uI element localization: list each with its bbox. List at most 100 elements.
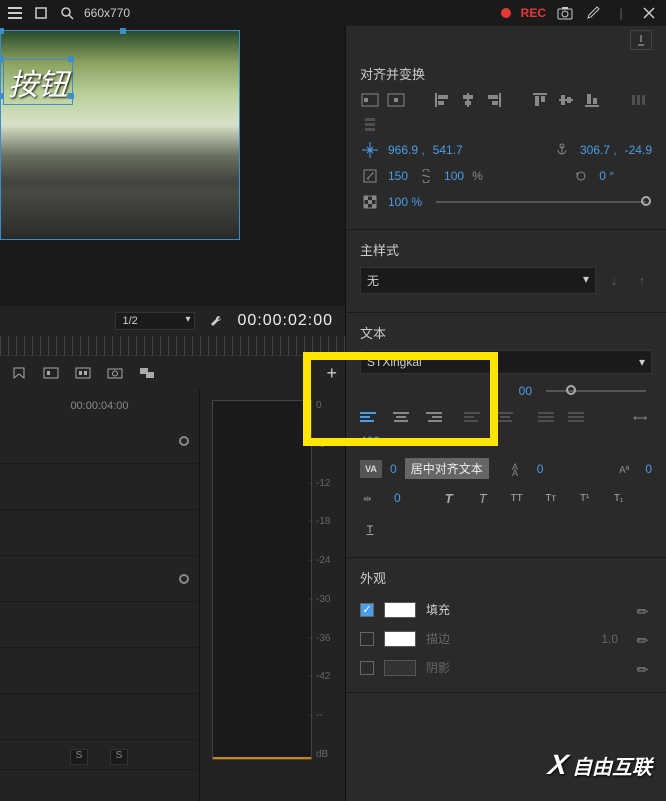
stroke-width[interactable]: 1.0 <box>601 632 618 646</box>
opacity-value[interactable]: 100 % <box>388 195 422 209</box>
track-row[interactable] <box>0 556 199 602</box>
resize-handle[interactable] <box>0 93 4 99</box>
stroke-swatch[interactable] <box>384 631 416 647</box>
align-box-center-icon[interactable] <box>386 91 406 109</box>
font-select[interactable]: STXingkai <box>360 350 652 374</box>
solo-button[interactable]: S <box>70 749 88 765</box>
rotation-value[interactable]: 0 ° <box>599 169 614 183</box>
resize-handle[interactable] <box>0 56 4 62</box>
track-row[interactable] <box>0 464 199 510</box>
scale-w[interactable]: 150 <box>388 169 408 183</box>
position-x[interactable]: 966.9 , <box>388 143 425 157</box>
underline-icon[interactable]: T <box>360 521 380 539</box>
keyframe-icon[interactable] <box>179 436 189 446</box>
svg-text:⟷: ⟷ <box>633 413 647 423</box>
align-box-left-icon[interactable] <box>360 91 380 109</box>
distribute-v-icon[interactable] <box>360 115 380 133</box>
opacity-slider[interactable] <box>436 201 646 203</box>
export-frame-icon[interactable] <box>138 364 156 382</box>
title-text-box[interactable]: 按钮 <box>3 59 73 105</box>
smallcaps-icon[interactable]: Tᴛ <box>541 489 561 507</box>
menu-icon[interactable] <box>6 4 24 22</box>
bold-icon[interactable]: T <box>439 489 459 507</box>
scale-h[interactable]: 100 <box>444 169 464 183</box>
resize-handle[interactable] <box>68 56 74 62</box>
font-size-partial[interactable]: 00 <box>519 384 532 398</box>
rec-label[interactable]: REC <box>521 6 546 20</box>
align-hcenter-icon[interactable] <box>458 91 478 109</box>
solo-button[interactable]: S <box>110 749 128 765</box>
audio-meter[interactable] <box>212 400 312 760</box>
position-y[interactable]: 541.7 <box>433 143 463 157</box>
italic-icon[interactable]: T <box>473 489 493 507</box>
fill-swatch[interactable] <box>384 602 416 618</box>
slider-thumb[interactable] <box>641 196 651 206</box>
tsume-value[interactable]: 0 <box>394 491 401 505</box>
superscript-icon[interactable]: T¹ <box>575 489 595 507</box>
align-bottom-icon[interactable] <box>582 91 602 109</box>
preview-image[interactable]: 按钮 <box>0 30 240 240</box>
align-right-icon[interactable] <box>484 91 504 109</box>
allcaps-icon[interactable]: TT <box>507 489 527 507</box>
resize-handle[interactable] <box>0 28 4 34</box>
track-row[interactable] <box>0 602 199 648</box>
subscript-icon[interactable]: T₁ <box>609 489 629 507</box>
align-vcenter-icon[interactable] <box>556 91 576 109</box>
kerning-value[interactable]: 0 <box>390 462 397 476</box>
playhead-time[interactable]: 00:00:04:00 <box>0 400 199 412</box>
text-align-center-button[interactable] <box>390 408 412 426</box>
close-icon[interactable] <box>640 4 658 22</box>
text-align-justify-center-button[interactable] <box>494 408 516 426</box>
window-icon[interactable] <box>32 4 50 22</box>
track-row[interactable] <box>0 694 199 740</box>
pencil-icon[interactable] <box>584 4 602 22</box>
tracking-value[interactable]: 400 <box>360 434 380 448</box>
marker-1-icon[interactable] <box>42 364 60 382</box>
db-mark: -42 <box>316 671 330 682</box>
eyedropper-icon[interactable]: ✎ <box>633 656 656 679</box>
add-track-icon[interactable]: + <box>326 363 337 384</box>
wrench-icon[interactable] <box>207 312 225 330</box>
shadow-checkbox[interactable] <box>360 661 374 675</box>
resize-handle[interactable] <box>120 28 126 34</box>
align-left-icon[interactable] <box>432 91 452 109</box>
fill-checkbox[interactable]: ✓ <box>360 603 374 617</box>
zoom-dropdown[interactable]: 1/2 <box>115 312 195 330</box>
timeline-ruler[interactable] <box>0 336 345 356</box>
track-row[interactable] <box>0 510 199 556</box>
text-align-justify-left-button[interactable] <box>464 408 486 426</box>
track-row[interactable] <box>0 418 199 464</box>
marker-add-icon[interactable] <box>10 364 28 382</box>
track-row[interactable]: S S <box>0 740 199 770</box>
eyedropper-icon[interactable]: ✎ <box>633 627 656 650</box>
slider-thumb[interactable] <box>566 385 576 395</box>
shadow-swatch[interactable] <box>384 660 416 676</box>
text-align-justify-all-button[interactable] <box>538 408 560 426</box>
marker-2-icon[interactable] <box>74 364 92 382</box>
keyframe-icon[interactable] <box>179 574 189 584</box>
anchor-y[interactable]: -24.9 <box>625 143 652 157</box>
distribute-h-icon[interactable] <box>628 91 648 109</box>
unlink-icon[interactable] <box>416 167 436 185</box>
align-top-icon[interactable] <box>530 91 550 109</box>
text-align-left-button[interactable] <box>360 408 382 426</box>
timecode-display[interactable]: 00:00:02:00 <box>237 312 333 330</box>
anchor-x[interactable]: 306.7 , <box>580 143 617 157</box>
track-row[interactable] <box>0 648 199 694</box>
section-title: 对齐并变换 <box>360 64 652 83</box>
stroke-checkbox[interactable] <box>360 632 374 646</box>
camera-icon[interactable] <box>106 364 124 382</box>
eyedropper-icon[interactable]: ✎ <box>633 598 656 621</box>
pin-icon[interactable] <box>630 30 652 50</box>
leading-value[interactable]: 0 <box>537 462 544 476</box>
size-slider[interactable] <box>546 390 646 392</box>
push-down-icon[interactable]: ↓ <box>604 272 624 290</box>
text-align-top-button[interactable] <box>568 408 590 426</box>
resize-handle[interactable] <box>68 93 74 99</box>
search-icon[interactable] <box>58 4 76 22</box>
push-up-icon[interactable]: ↑ <box>632 272 652 290</box>
text-align-right-button[interactable] <box>420 408 442 426</box>
master-style-select[interactable]: 无 <box>360 267 596 294</box>
baseline-value[interactable]: 0 <box>645 462 652 476</box>
camera-icon[interactable] <box>556 4 574 22</box>
